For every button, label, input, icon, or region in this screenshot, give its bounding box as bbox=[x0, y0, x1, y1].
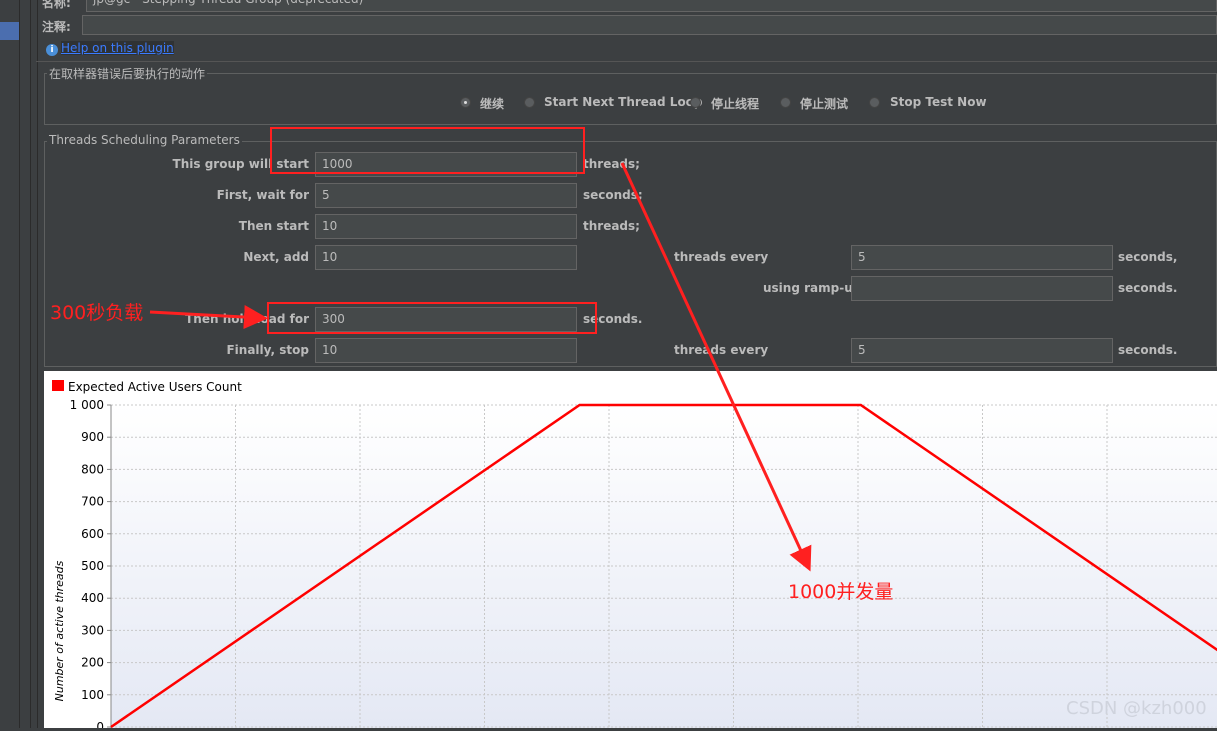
arrow-to-hold bbox=[149, 305, 268, 330]
arrow-to-peak bbox=[620, 162, 812, 572]
watermark: CSDN @kzh000 bbox=[1066, 698, 1207, 719]
annotation-arrows bbox=[149, 162, 812, 572]
